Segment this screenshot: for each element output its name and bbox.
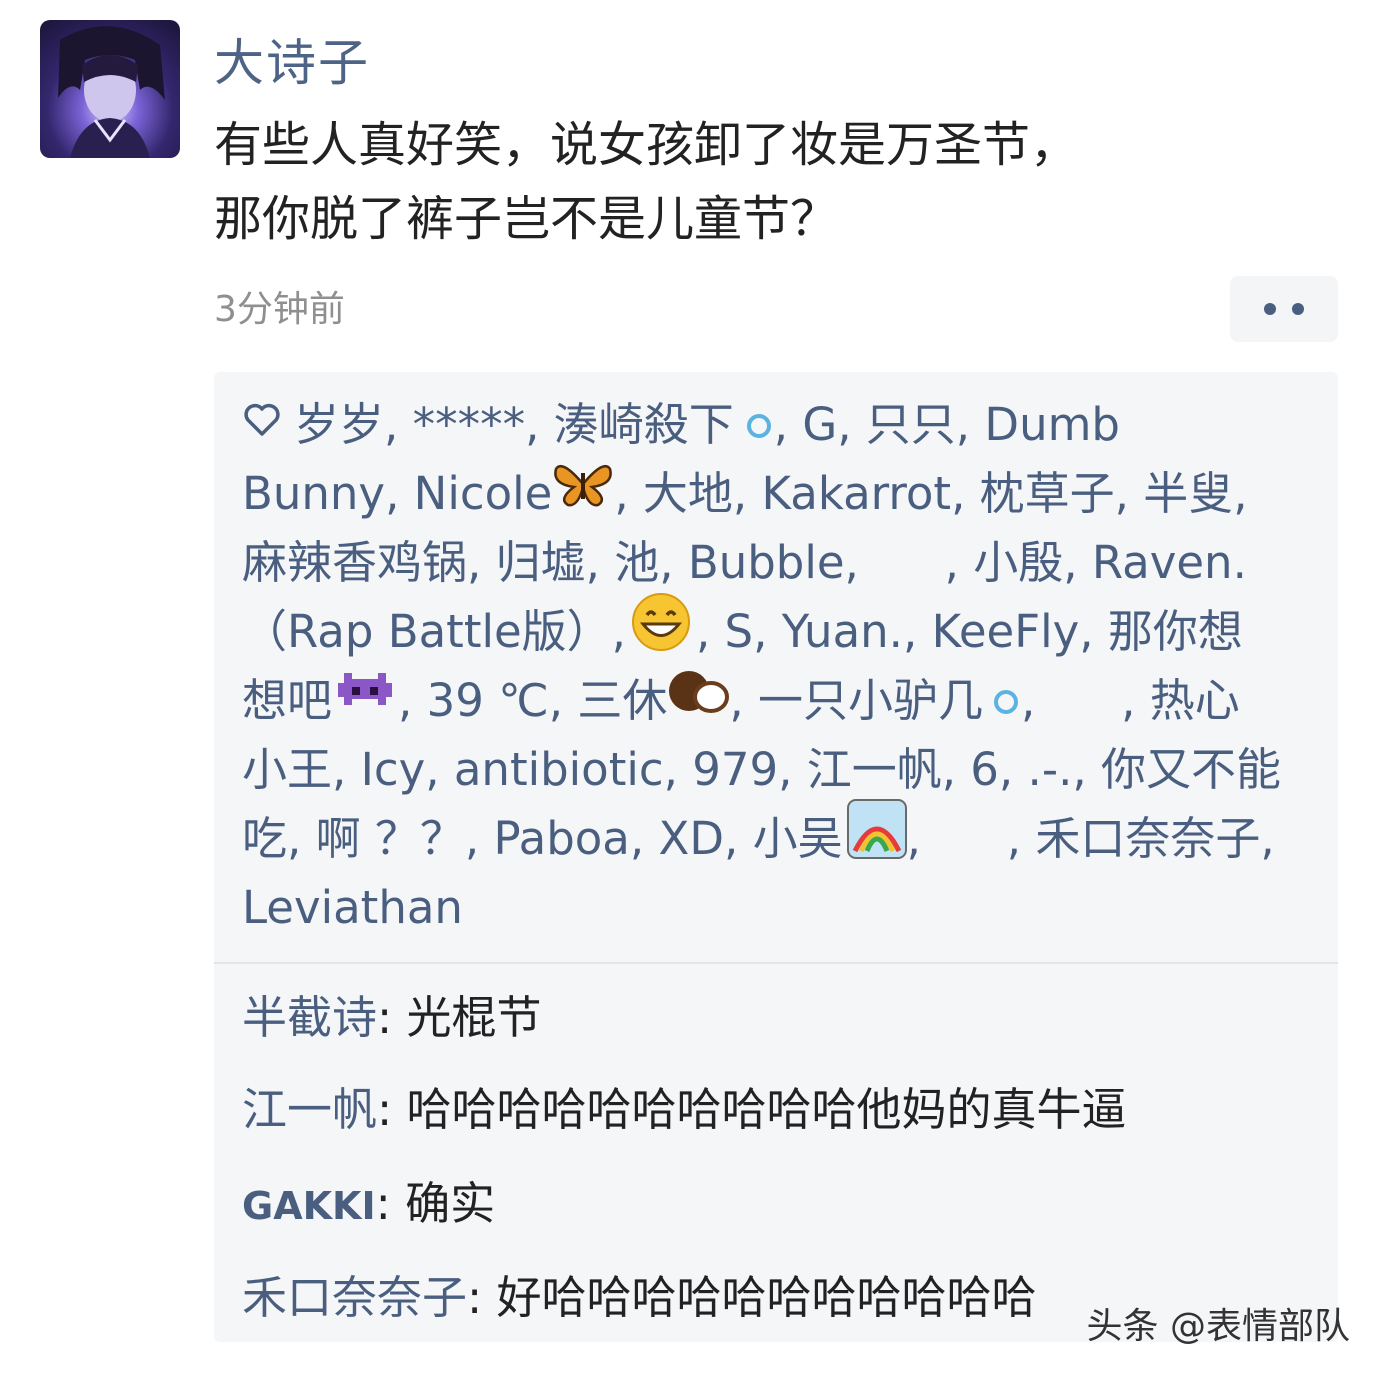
- comment-item[interactable]: 禾口奈奈子: 好哈哈哈哈哈哈哈哈哈哈哈: [242, 1266, 1037, 1330]
- comment-author[interactable]: 禾口奈奈子: [242, 1271, 467, 1324]
- alien-monster-emoji: [332, 665, 398, 736]
- comment-text: 好哈哈哈哈哈哈哈哈哈哈哈: [496, 1271, 1037, 1324]
- likes-line: 想吧 , 39 ℃, 三休 , 一只小驴几 , , 热心: [242, 666, 1322, 735]
- interaction-panel: 岁岁, *****, 湊崎殺下 , G, 只只, Dumb Bunny, Nic…: [214, 372, 1338, 1342]
- likes-text[interactable]: （Rap Battle版）,: [242, 597, 626, 666]
- comment-author[interactable]: 江一帆: [242, 1083, 377, 1136]
- likes-text[interactable]: 岁岁, *****, 湊崎殺下: [294, 390, 734, 459]
- likes-text[interactable]: , , 禾口奈奈子,: [907, 804, 1275, 873]
- watermark: 头条 @表情部队: [1086, 1306, 1350, 1347]
- comment-text: 光棍节: [406, 991, 542, 1044]
- likes-text[interactable]: Bunny, Nicole: [242, 459, 552, 528]
- comment-separator: :: [377, 1083, 407, 1136]
- likes-line[interactable]: Leviathan: [242, 873, 1322, 942]
- likes-line: Bunny, Nicole , 大地, Kakarrot, 枕草子, 半叟,: [242, 459, 1322, 528]
- comment-item[interactable]: 半截诗: 光棍节: [242, 986, 542, 1050]
- likes-text[interactable]: , 大地, Kakarrot, 枕草子, 半叟,: [614, 459, 1247, 528]
- likes-line[interactable]: 小王, Icy, antibiotic, 979, 江一帆, 6, .-., 你…: [242, 735, 1322, 804]
- likes-line: 岁岁, *****, 湊崎殺下 , G, 只只, Dumb: [242, 390, 1322, 459]
- likes-text[interactable]: , 39 ℃, 三休: [398, 666, 667, 735]
- likes-text[interactable]: 想吧: [242, 666, 332, 735]
- comment-separator: :: [377, 991, 407, 1044]
- grinning-face-emoji: [630, 591, 692, 672]
- comment-author[interactable]: 半截诗: [242, 991, 377, 1044]
- comment-item[interactable]: 江一帆: 哈哈哈哈哈哈哈哈哈哈他妈的真牛逼: [242, 1078, 1127, 1142]
- likes-list: 岁岁, *****, 湊崎殺下 , G, 只只, Dumb Bunny, Nic…: [242, 390, 1322, 942]
- comment-item[interactable]: GAKKI: 确实: [242, 1172, 495, 1238]
- post-content: 有些人真好笑，说女孩卸了妆是万圣节， 那你脱了裤子岂不是儿童节？: [214, 108, 1294, 256]
- butterfly-emoji: [552, 459, 614, 528]
- likes-text[interactable]: , S, Yuan., KeeFly, 那你想: [696, 597, 1243, 666]
- comment-author[interactable]: GAKKI: [242, 1184, 376, 1228]
- coconut-emoji: [667, 665, 730, 736]
- rainbow-emoji: [846, 799, 907, 878]
- post-author-name[interactable]: 大诗子: [214, 28, 370, 98]
- likes-line: 吃, 啊 ？？, Paboa, XD, 小吴 , , 禾口奈奈子,: [242, 799, 1322, 873]
- more-dots-icon: [1264, 303, 1304, 315]
- post-text-line: 有些人真好笑，说女孩卸了妆是万圣节，: [214, 117, 1079, 173]
- heart-outline-icon: [242, 390, 282, 459]
- ring-emoji: [991, 666, 1021, 735]
- divider: [214, 962, 1338, 964]
- likes-text[interactable]: , , 热心: [1021, 666, 1240, 735]
- comment-text: 确实: [405, 1177, 496, 1230]
- likes-text[interactable]: , G, 只只, Dumb: [774, 390, 1120, 459]
- likes-text[interactable]: 吃, 啊 ？？, Paboa, XD, 小吴: [242, 804, 843, 873]
- likes-line: （Rap Battle版）, , S, Yuan., KeeFly, 那你想: [242, 593, 1322, 666]
- comment-text: 哈哈哈哈哈哈哈哈哈哈他妈的真牛逼: [406, 1083, 1127, 1136]
- post-text-line: 那你脱了裤子岂不是儿童节？: [214, 191, 839, 247]
- author-avatar[interactable]: [40, 20, 180, 158]
- more-options-button[interactable]: [1230, 276, 1338, 342]
- comment-separator: :: [467, 1271, 497, 1324]
- post-timestamp: 3分钟前: [214, 289, 345, 330]
- comment-separator: :: [375, 1177, 406, 1230]
- ring-emoji: [744, 390, 774, 459]
- likes-text[interactable]: , 一只小驴几: [729, 666, 983, 735]
- likes-line[interactable]: 麻辣香鸡锅, 归墟, 池, Bubble, , 小殷, Raven.: [242, 528, 1322, 597]
